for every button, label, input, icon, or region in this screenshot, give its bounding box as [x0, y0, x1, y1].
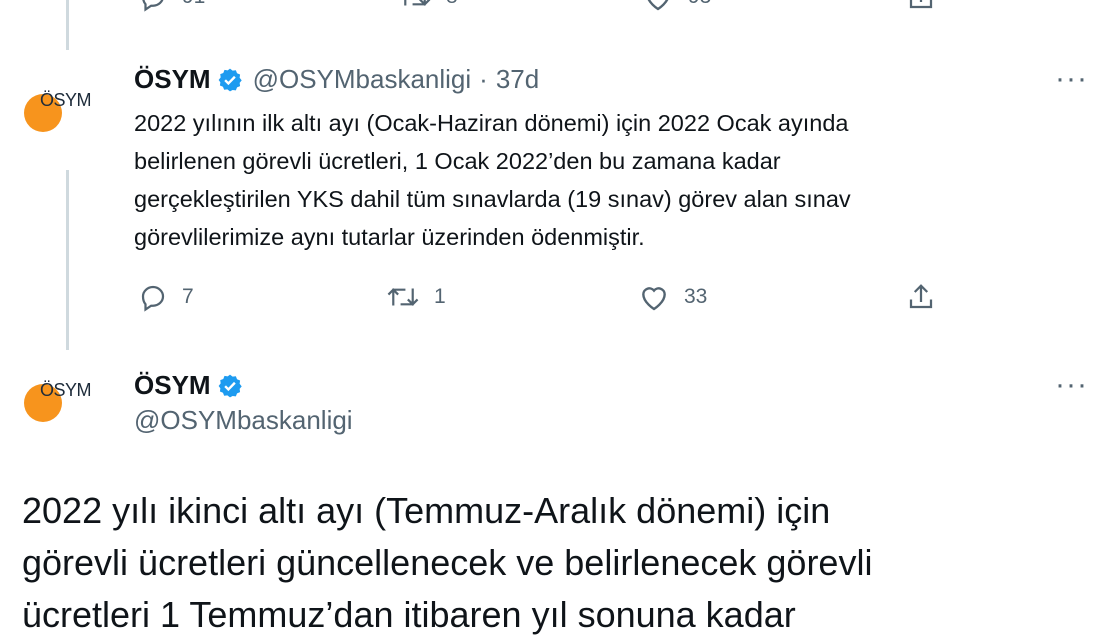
like-count: 93 — [688, 0, 711, 9]
like-button[interactable]: 33 — [638, 282, 707, 312]
reply-count: 91 — [182, 0, 205, 9]
timestamp[interactable]: 37d — [496, 64, 539, 95]
share-icon — [906, 0, 936, 12]
tweet-header: ÖSYM — [134, 370, 243, 401]
tweet-text: 2022 yılının ilk altı ayı (Ocak-Haziran … — [134, 104, 1034, 256]
author-name[interactable]: ÖSYM — [134, 370, 211, 401]
author-handle[interactable]: @OSYMbaskanligi — [253, 64, 472, 95]
avatar-logo-text: ÖSYM — [40, 90, 92, 110]
author-handle[interactable]: @OSYMbaskanligi — [134, 405, 353, 436]
tweet-text-line: belirlenen görevli ücretleri, 1 Ocak 202… — [134, 148, 781, 174]
avatar[interactable]: ÖSYM — [24, 88, 124, 138]
more-icon[interactable]: ··· — [1055, 368, 1088, 402]
share-button[interactable] — [906, 0, 936, 12]
tweet-text-line: gerçekleştirilen YKS dahil tüm sınavlard… — [134, 186, 851, 212]
reply-count: 7 — [182, 285, 194, 308]
thread-line-middle — [66, 170, 69, 350]
tweet-text-line: görevlilerimize aynı tutarlar üzerinden … — [134, 224, 645, 250]
tweet-text: 2022 yılı ikinci altı ayı (Temmuz-Aralık… — [22, 485, 872, 641]
tweet-text-line: 2022 yılı ikinci altı ayı (Temmuz-Aralık… — [22, 490, 831, 531]
more-icon[interactable]: ··· — [1055, 62, 1088, 96]
tweet-header: ÖSYM @OSYMbaskanligi · 37d — [134, 64, 539, 95]
share-icon — [906, 282, 936, 312]
author-name[interactable]: ÖSYM — [134, 64, 211, 95]
reply-button[interactable]: 91 — [138, 0, 205, 12]
avatar[interactable]: ÖSYM — [24, 378, 124, 428]
reply-icon — [138, 282, 168, 312]
retweet-button[interactable]: 1 — [386, 282, 446, 312]
retweet-icon — [386, 282, 420, 312]
like-button[interactable]: 93 — [642, 0, 711, 12]
reply-button[interactable]: 7 — [138, 282, 194, 312]
verified-badge-icon — [217, 373, 243, 399]
retweet-count: 1 — [434, 285, 446, 308]
retweet-count: 8 — [446, 0, 458, 9]
share-button[interactable] — [906, 282, 936, 312]
like-icon — [638, 282, 670, 312]
tweet-text-line: görevli ücretleri güncellenecek ve belir… — [22, 542, 873, 583]
thread-line-top — [66, 0, 69, 50]
tweet-text-line: 2022 yılının ilk altı ayı (Ocak-Haziran … — [134, 110, 849, 136]
separator-dot: · — [479, 64, 488, 94]
verified-badge-icon — [217, 67, 243, 93]
avatar-logo-text: ÖSYM — [40, 380, 92, 400]
retweet-button[interactable]: 8 — [398, 0, 458, 12]
reply-icon — [138, 0, 168, 12]
like-icon — [642, 0, 674, 12]
retweet-icon — [398, 0, 432, 12]
like-count: 33 — [684, 285, 708, 308]
tweet-text-line: ücretleri 1 Temmuz’dan itibaren yıl sonu… — [22, 594, 796, 635]
